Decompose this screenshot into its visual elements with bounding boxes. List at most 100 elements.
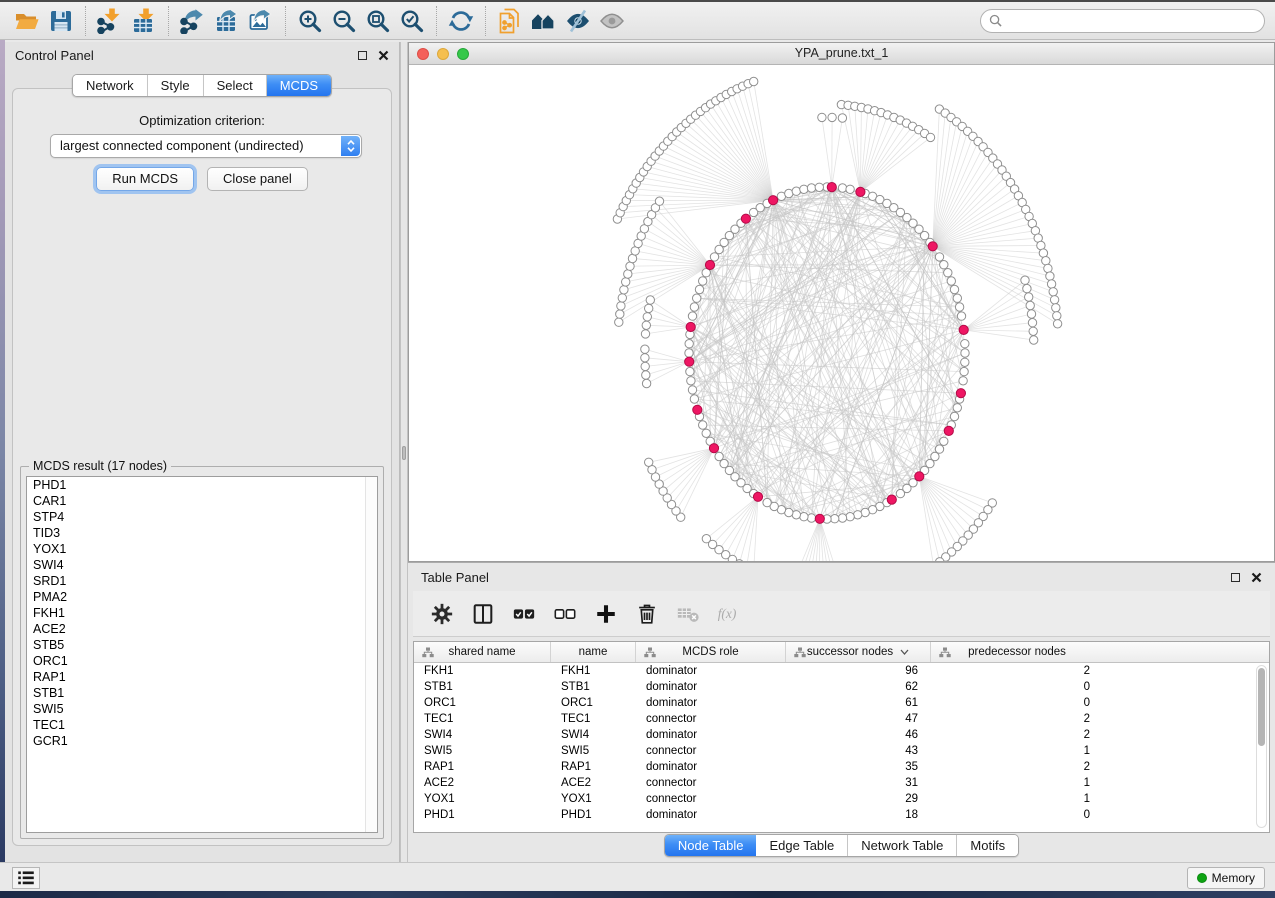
hide-panels-button[interactable] [561, 5, 595, 37]
table-cell[interactable]: SWI5 [414, 743, 551, 759]
table-cell[interactable]: 47 [786, 711, 931, 727]
deselect-all-button[interactable] [552, 601, 578, 627]
table-cell[interactable]: PHD1 [551, 807, 636, 823]
table-cell[interactable]: 46 [786, 727, 931, 743]
close-panel-icon[interactable] [378, 50, 389, 61]
table-cell[interactable]: 61 [786, 695, 931, 711]
mcds-result-item[interactable]: PMA2 [27, 589, 377, 605]
import-network-button[interactable] [93, 5, 127, 37]
table-cell[interactable]: RAP1 [414, 759, 551, 775]
table-row[interactable]: PHD1PHD1dominator180 [414, 807, 1269, 823]
table-cell[interactable]: connector [636, 711, 786, 727]
network-canvas[interactable] [409, 65, 1274, 561]
table-cell[interactable]: SWI5 [551, 743, 636, 759]
open-session-button[interactable] [10, 5, 44, 37]
column-header-name[interactable]: name [551, 642, 636, 662]
table-cell[interactable]: connector [636, 743, 786, 759]
tab-select[interactable]: Select [204, 75, 267, 96]
table-cell[interactable]: STB1 [551, 679, 636, 695]
column-header-successor-nodes[interactable]: successor nodes [786, 642, 931, 662]
table-cell[interactable]: PHD1 [414, 807, 551, 823]
zoom-selected-button[interactable] [395, 5, 429, 37]
mcds-result-item[interactable]: TID3 [27, 525, 377, 541]
table-cell[interactable]: ORC1 [551, 695, 636, 711]
save-session-button[interactable] [44, 5, 78, 37]
table-cell[interactable]: 2 [931, 663, 1103, 679]
mcds-result-list[interactable]: PHD1CAR1STP4TID3YOX1SWI4SRD1PMA2FKH1ACE2… [26, 476, 378, 833]
mcds-result-item[interactable]: RAP1 [27, 669, 377, 685]
table-row[interactable]: RAP1RAP1dominator352 [414, 759, 1269, 775]
table-cell[interactable]: connector [636, 791, 786, 807]
zoom-fit-button[interactable] [361, 5, 395, 37]
mcds-result-item[interactable]: ACE2 [27, 621, 377, 637]
column-header-shared-name[interactable]: shared name [414, 642, 551, 662]
result-list-scrollbar[interactable] [365, 477, 377, 832]
table-cell[interactable]: 35 [786, 759, 931, 775]
table-cell[interactable]: dominator [636, 759, 786, 775]
table-row[interactable]: YOX1YOX1connector291 [414, 791, 1269, 807]
table-cell[interactable]: SWI4 [414, 727, 551, 743]
close-panel-button[interactable]: Close panel [207, 167, 308, 191]
close-table-panel-icon[interactable] [1251, 572, 1262, 583]
mcds-result-item[interactable]: CAR1 [27, 493, 377, 509]
table-cell[interactable]: 96 [786, 663, 931, 679]
mcds-result-item[interactable]: STP4 [27, 509, 377, 525]
network-window-titlebar[interactable]: YPA_prune.txt_1 [409, 43, 1274, 65]
criterion-dropdown[interactable]: largest connected component (undirected) [50, 134, 362, 158]
table-cell[interactable]: dominator [636, 807, 786, 823]
zoom-out-button[interactable] [327, 5, 361, 37]
table-cell[interactable]: dominator [636, 695, 786, 711]
tab-style[interactable]: Style [148, 75, 204, 96]
table-cell[interactable]: 1 [931, 791, 1103, 807]
delete-column-button[interactable] [634, 601, 660, 627]
float-panel-icon[interactable] [358, 51, 367, 60]
column-header-MCDS-role[interactable]: MCDS role [636, 642, 786, 662]
table-cell[interactable]: 0 [931, 679, 1103, 695]
table-row[interactable]: STB1STB1dominator620 [414, 679, 1269, 695]
table-row[interactable]: TEC1TEC1connector472 [414, 711, 1269, 727]
table-cell[interactable]: ACE2 [414, 775, 551, 791]
column-header-predecessor-nodes[interactable]: predecessor nodes [931, 642, 1103, 662]
memory-button[interactable]: Memory [1187, 867, 1265, 889]
table-cell[interactable]: ORC1 [414, 695, 551, 711]
tab-network[interactable]: Network [73, 75, 148, 96]
table-cell[interactable]: FKH1 [551, 663, 636, 679]
table-tab-network-table[interactable]: Network Table [848, 835, 957, 856]
import-table-button[interactable] [127, 5, 161, 37]
run-mcds-button[interactable]: Run MCDS [96, 167, 194, 191]
table-cell[interactable]: 1 [931, 743, 1103, 759]
export-table-button[interactable] [210, 5, 244, 37]
table-cell[interactable]: 62 [786, 679, 931, 695]
vertical-splitter[interactable] [400, 42, 408, 862]
mcds-result-item[interactable]: SWI4 [27, 557, 377, 573]
table-cell[interactable]: TEC1 [551, 711, 636, 727]
mcds-result-item[interactable]: PHD1 [27, 477, 377, 493]
home-button[interactable] [527, 5, 561, 37]
task-history-button[interactable] [12, 867, 40, 889]
table-cell[interactable]: TEC1 [414, 711, 551, 727]
table-row[interactable]: ACE2ACE2connector311 [414, 775, 1269, 791]
table-settings-button[interactable] [429, 601, 455, 627]
mcds-result-item[interactable]: STB5 [27, 637, 377, 653]
table-cell[interactable]: STB1 [414, 679, 551, 695]
mcds-result-item[interactable]: GCR1 [27, 733, 377, 749]
table-cell[interactable]: dominator [636, 663, 786, 679]
mcds-result-item[interactable]: SWI5 [27, 701, 377, 717]
splitter-grip[interactable] [402, 446, 406, 460]
table-cell[interactable]: dominator [636, 679, 786, 695]
table-cell[interactable]: 31 [786, 775, 931, 791]
table-cell[interactable]: 0 [931, 695, 1103, 711]
create-column-button[interactable] [593, 601, 619, 627]
table-cell[interactable]: 18 [786, 807, 931, 823]
show-panels-button[interactable] [595, 5, 629, 37]
table-cell[interactable]: 2 [931, 759, 1103, 775]
table-tab-edge-table[interactable]: Edge Table [756, 835, 848, 856]
table-row[interactable]: ORC1ORC1dominator610 [414, 695, 1269, 711]
network-graph[interactable] [409, 65, 1274, 561]
export-image-button[interactable] [244, 5, 278, 37]
table-scrollbar-thumb[interactable] [1258, 668, 1265, 746]
show-columns-button[interactable] [470, 601, 496, 627]
clone-network-button[interactable] [493, 5, 527, 37]
table-cell[interactable]: 1 [931, 775, 1103, 791]
mcds-result-item[interactable]: ORC1 [27, 653, 377, 669]
